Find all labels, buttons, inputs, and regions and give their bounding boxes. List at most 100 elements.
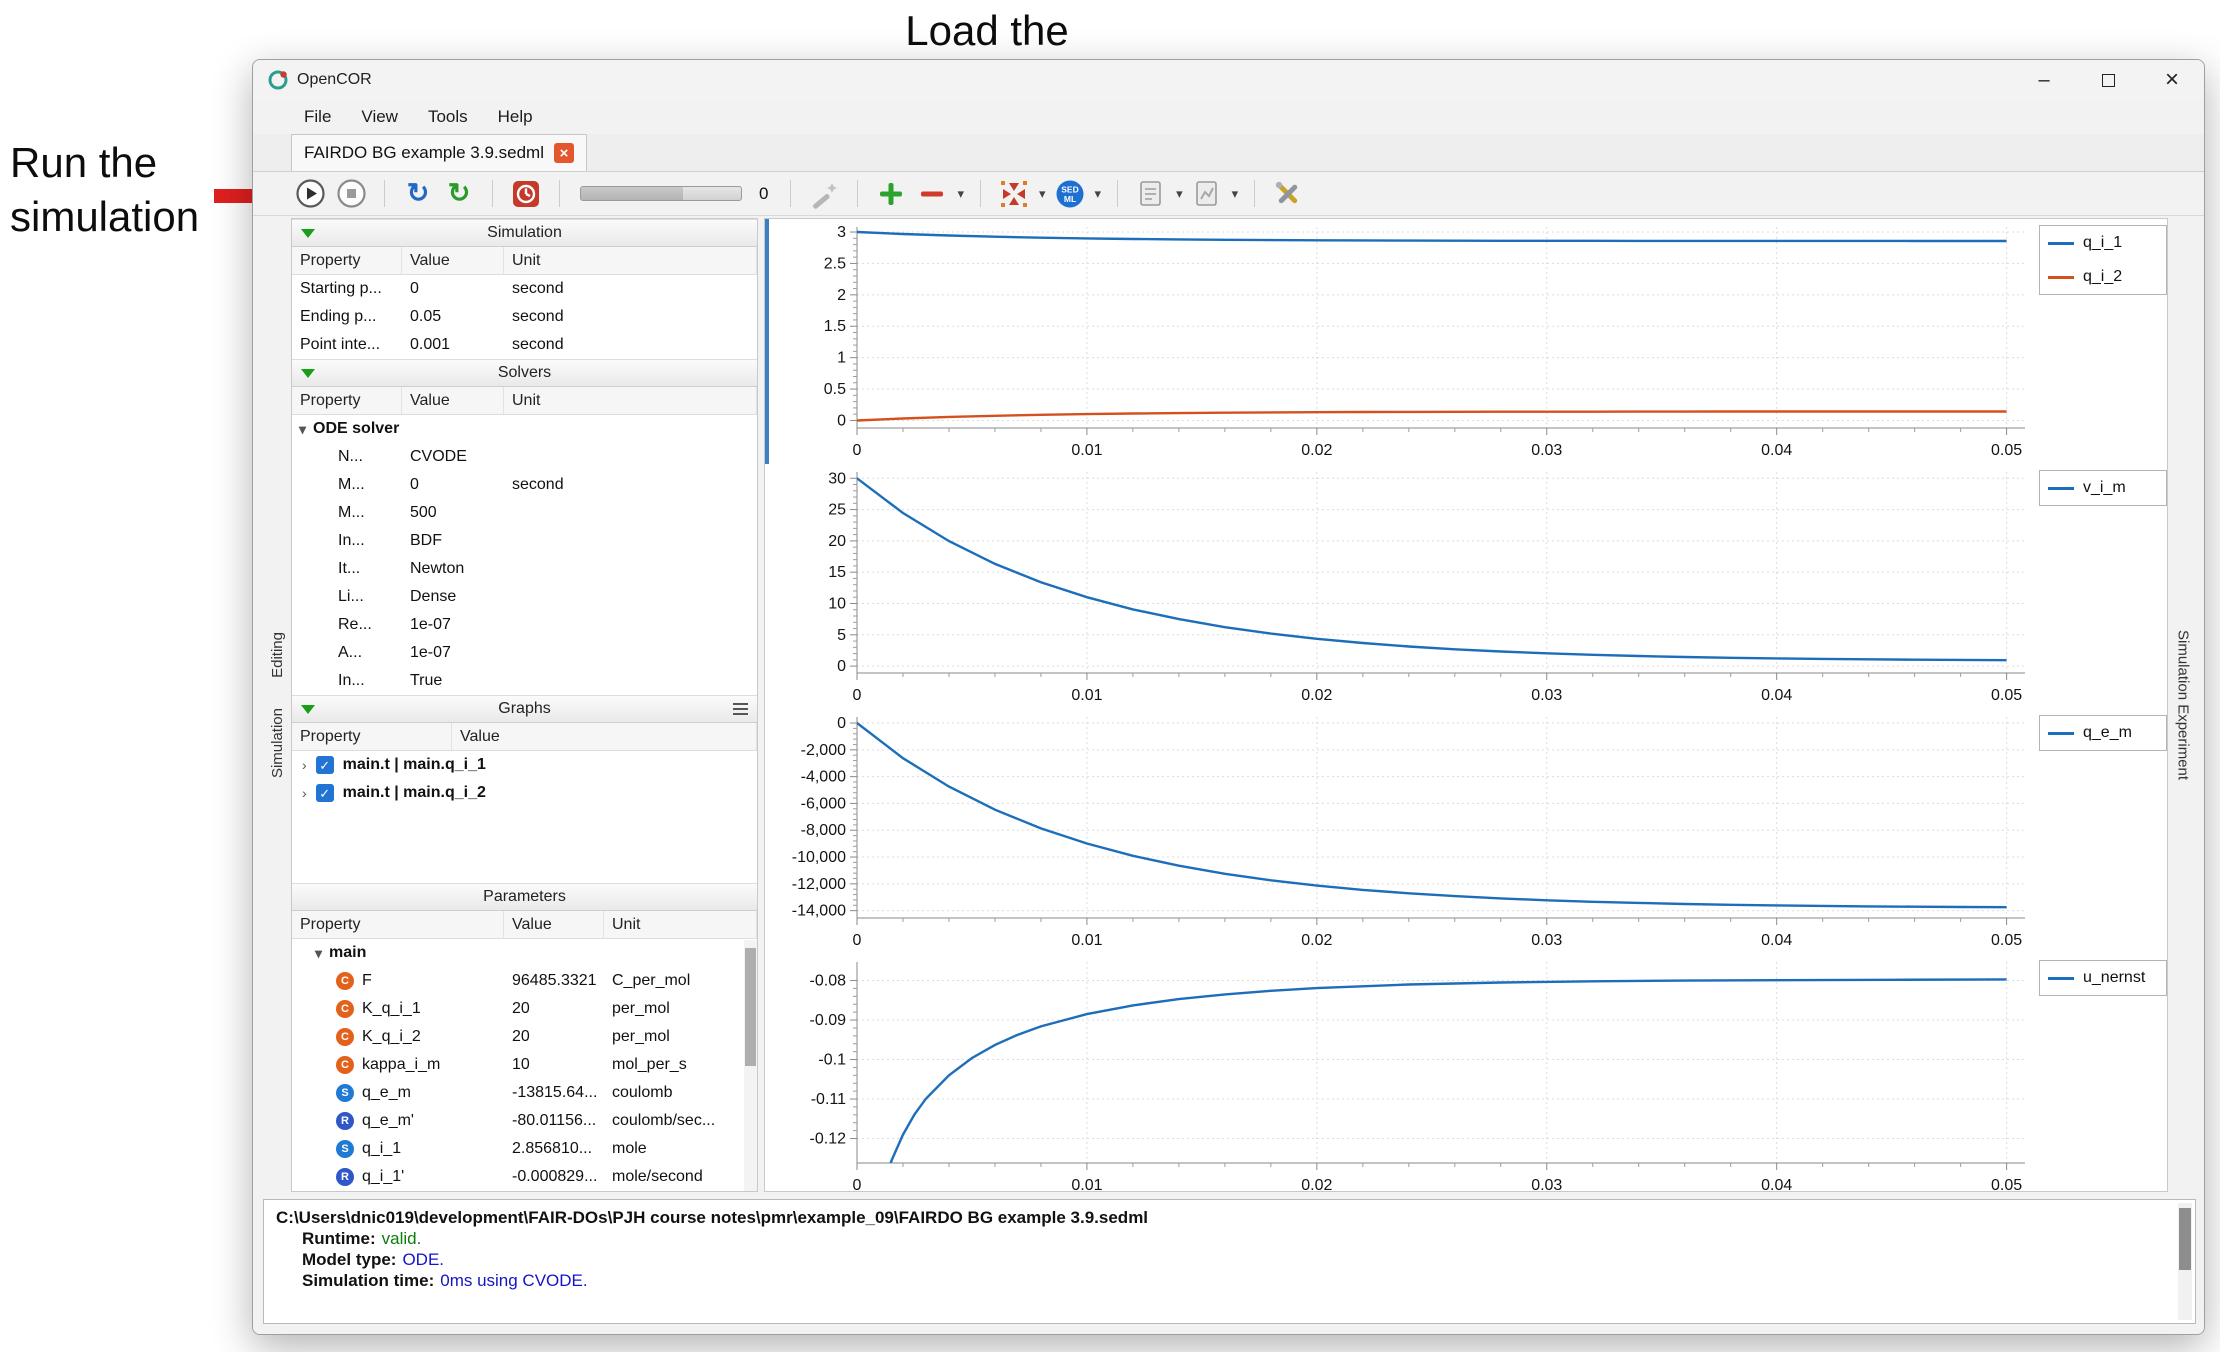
simulation-row[interactable]: Point inte... 0.001 second xyxy=(292,331,757,359)
collapse-triangle-icon[interactable] xyxy=(301,705,315,714)
value-cell[interactable]: 0.05 xyxy=(402,303,504,331)
parameters-scrollbar[interactable] xyxy=(744,940,757,1191)
value-cell[interactable]: 0 xyxy=(402,275,504,303)
sedml-export-caret-icon[interactable]: ▾ xyxy=(1095,186,1102,202)
value-cell[interactable]: 0 xyxy=(402,471,504,499)
graphs-section-header[interactable]: Graphs xyxy=(292,695,757,723)
output-console[interactable]: C:\Users\dnic019\development\FAIR-DOs\PJ… xyxy=(263,1199,2196,1324)
value-cell[interactable]: 500 xyxy=(402,499,504,527)
parameters-section-header[interactable]: Parameters xyxy=(292,883,757,911)
load-cellml-model-caret-icon[interactable]: ▾ xyxy=(1039,186,1046,202)
close-button[interactable]: × xyxy=(2140,60,2204,100)
solver-row[interactable]: M... 0 second xyxy=(292,471,757,499)
parameter-row[interactable]: C F 96485.3321 C_per_mol xyxy=(292,967,757,995)
collapse-triangle-icon[interactable] xyxy=(301,369,315,378)
parameter-row[interactable]: R q_e_m' -80.01156... coulomb/sec... xyxy=(292,1107,757,1135)
delay-slider[interactable] xyxy=(580,186,742,201)
chart-plot-u_nernst[interactable]: 00.010.020.030.040.05-0.08-0.09-0.1-0.11… xyxy=(765,954,2035,1199)
remove-graph-panel-caret-icon[interactable]: ▾ xyxy=(957,186,964,202)
load-cellml-model-button[interactable] xyxy=(997,177,1031,211)
titlebar[interactable]: OpenCOR – × xyxy=(253,60,2204,100)
value-cell[interactable]: 1e-07 xyxy=(402,639,504,667)
maximize-button[interactable] xyxy=(2076,60,2140,100)
ode-solver-group-row[interactable]: ▾ ODE solver xyxy=(292,415,757,443)
graph-row[interactable]: › ✓ main.t | main.q_i_2 xyxy=(292,779,757,807)
export-graphs-caret-icon[interactable]: ▾ xyxy=(1232,186,1239,202)
collapse-triangle-icon[interactable] xyxy=(301,229,315,238)
chevron-right-icon[interactable]: › xyxy=(302,785,307,801)
solver-row[interactable]: It... Newton xyxy=(292,555,757,583)
chevron-down-icon[interactable]: ▾ xyxy=(315,945,322,962)
run-simulation-button[interactable] xyxy=(293,177,327,211)
parameter-row[interactable]: R q_i_1' -0.000829... mole/second xyxy=(292,1163,757,1191)
svg-text:-0.12: -0.12 xyxy=(810,1131,847,1148)
solver-row[interactable]: M... 500 xyxy=(292,499,757,527)
property-cell: Re... xyxy=(292,611,402,639)
add-graph-panel-button[interactable] xyxy=(874,177,908,211)
development-mode-button[interactable] xyxy=(807,177,841,211)
value-cell[interactable]: Dense xyxy=(402,583,504,611)
file-tab[interactable]: FAIRDO BG example 3.9.sedml × xyxy=(291,134,587,171)
chevron-down-icon[interactable]: ▾ xyxy=(299,421,306,438)
sedml-export-button[interactable]: SED ML xyxy=(1053,177,1087,211)
main-component-group-row[interactable]: ▾ main xyxy=(292,939,757,967)
stop-simulation-button[interactable] xyxy=(334,177,368,211)
menu-tools[interactable]: Tools xyxy=(413,103,483,131)
legend-column: q_i_1 q_i_2 xyxy=(2035,219,2171,464)
solvers-section-header[interactable]: Solvers xyxy=(292,359,757,387)
graph-checkbox[interactable]: ✓ xyxy=(316,756,334,774)
toolbar-separator xyxy=(857,180,858,207)
chevron-right-icon[interactable]: › xyxy=(302,757,307,773)
chart-plot-q_i[interactable]: 00.010.020.030.040.0500.511.522.53 xyxy=(765,219,2035,464)
solver-row[interactable]: Re... 1e-07 xyxy=(292,611,757,639)
parameter-row[interactable]: S q_i_1 2.856810... mole xyxy=(292,1135,757,1163)
tab-close-icon[interactable]: × xyxy=(554,143,574,163)
solver-row[interactable]: In... BDF xyxy=(292,527,757,555)
graph-panel-settings-caret-icon[interactable]: ▾ xyxy=(1176,186,1183,202)
value-cell[interactable]: 1e-07 xyxy=(402,611,504,639)
menu-view[interactable]: View xyxy=(346,103,413,131)
reset-state-parameters-button[interactable]: ↻ xyxy=(442,177,476,211)
graphs-menu-icon[interactable] xyxy=(733,703,748,715)
column-header-unit: Unit xyxy=(504,247,757,274)
simulation-row[interactable]: Ending p... 0.05 second xyxy=(292,303,757,331)
svg-text:-12,000: -12,000 xyxy=(792,876,846,893)
solver-row[interactable]: Li... Dense xyxy=(292,583,757,611)
minimize-button[interactable]: – xyxy=(2012,60,2076,100)
parameter-row[interactable]: C K_q_i_2 20 per_mol xyxy=(292,1023,757,1051)
remove-graph-panel-button[interactable] xyxy=(915,177,949,211)
graph-row[interactable]: › ✓ main.t | main.q_i_1 xyxy=(292,751,757,779)
mode-tab-simulation[interactable]: Simulation xyxy=(269,708,286,778)
parameter-row[interactable]: C kappa_i_m 10 mol_per_s xyxy=(292,1051,757,1079)
solver-row[interactable]: N... CVODE xyxy=(292,443,757,471)
parameter-row[interactable]: C K_q_i_1 20 per_mol xyxy=(292,995,757,1023)
solver-row[interactable]: In... True xyxy=(292,667,757,695)
chart-plot-v_i_m[interactable]: 00.010.020.030.040.05051015202530 xyxy=(765,464,2035,709)
menu-help[interactable]: Help xyxy=(483,103,548,131)
clear-simulation-results-button[interactable] xyxy=(509,177,543,211)
legend: u_nernst xyxy=(2039,960,2167,996)
value-cell[interactable]: True xyxy=(402,667,504,695)
output-scrollbar[interactable] xyxy=(2178,1203,2192,1320)
value-cell[interactable]: Newton xyxy=(402,555,504,583)
output-scrollbar-thumb[interactable] xyxy=(2179,1208,2191,1270)
simulation-row[interactable]: Starting p... 0 second xyxy=(292,275,757,303)
export-graphs-button[interactable] xyxy=(1190,177,1224,211)
value-cell[interactable]: BDF xyxy=(402,527,504,555)
view-tab-simulation-experiment[interactable]: Simulation Experiment xyxy=(2175,630,2192,780)
menu-file[interactable]: File xyxy=(289,103,346,131)
graph-checkbox[interactable]: ✓ xyxy=(316,784,334,802)
reset-model-parameters-button[interactable]: ↻ xyxy=(401,177,435,211)
value-cell[interactable]: 0.001 xyxy=(402,331,504,359)
solver-row[interactable]: A... 1e-07 xyxy=(292,639,757,667)
svg-text:0.02: 0.02 xyxy=(1301,932,1332,949)
parameters-scrollbar-thumb[interactable] xyxy=(745,948,756,1066)
value-cell[interactable]: CVODE xyxy=(402,443,504,471)
mode-tab-editing[interactable]: Editing xyxy=(269,632,286,678)
graph-panel-settings-button[interactable] xyxy=(1134,177,1168,211)
chart-plot-q_e_m[interactable]: 00.010.020.030.040.050-2,000-4,000-6,000… xyxy=(765,709,2035,954)
output-model-type: Model type:ODE. xyxy=(302,1249,2165,1270)
preferences-button[interactable] xyxy=(1271,177,1305,211)
simulation-section-header[interactable]: Simulation xyxy=(292,219,757,247)
parameter-row[interactable]: S q_e_m -13815.64... coulomb xyxy=(292,1079,757,1107)
